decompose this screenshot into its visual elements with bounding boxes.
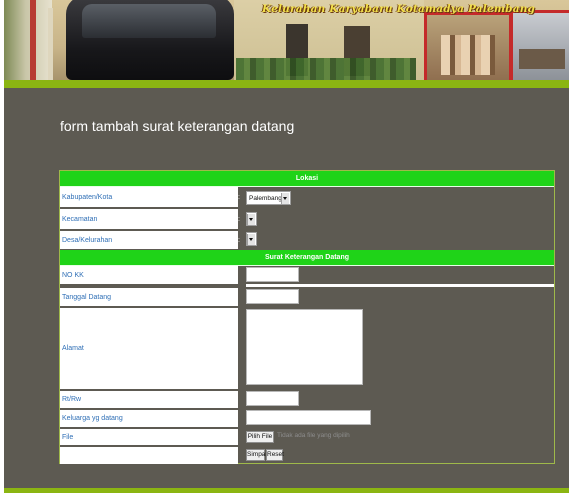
colon: : [238,237,240,244]
label-file: File [60,429,238,446]
save-button[interactable]: Simpan [246,449,269,461]
tanggal-datang-input[interactable] [246,289,299,304]
banner-photo-staff [424,12,512,80]
choose-file-button[interactable]: Pilih File [246,431,274,443]
label-keluarga: Keluarga yg datang [60,410,238,428]
banner-pillar [30,0,36,80]
label-kabupaten: Kabupaten/Kota [60,187,238,208]
header-banner: Kelurahan Karyabaru Kotamadya Palembang [4,0,569,80]
banner-photo-tree [4,0,52,80]
keluarga-input[interactable] [246,410,371,425]
kabupaten-select[interactable]: Palembang [246,191,291,205]
kecamatan-select[interactable] [246,212,257,226]
file-status-text: Tidak ada file yang dipilih [277,432,350,439]
chevron-down-icon [247,214,255,225]
colon: : [238,216,240,223]
banner-staff-group [441,35,495,75]
section-header-location: Lokasi [60,171,554,187]
colon: : [238,194,240,201]
banner-plants [236,58,416,80]
banner-car-window [82,4,216,38]
banner-pillar-2 [48,8,53,80]
footer-accent-bar [4,488,569,493]
row-divider [246,284,554,287]
label-kelurahan: Desa/Kelurahan [60,231,238,250]
site-title: Kelurahan Karyabaru Kotamadya Palembang [262,3,536,15]
kabupaten-select-value: Palembang [249,195,282,202]
reset-button[interactable]: Reset [266,449,284,461]
form-table: Lokasi Kabupaten/Kota : Palembang Kecama… [59,170,555,464]
form-title: form tambah surat keterangan datang [60,118,295,134]
kelurahan-select[interactable] [246,232,257,246]
header-accent-bar [4,80,569,88]
banner-desk [519,49,565,69]
label-empty [60,447,238,464]
section-header-letter: Surat Keterangan Datang [60,250,554,266]
label-no-kk: NO KK [60,266,238,285]
label-kecamatan: Kecamatan [60,209,238,230]
banner-photo-room [510,10,569,80]
label-tanggal-datang: Tanggal Datang [60,288,238,307]
chevron-down-icon [247,234,255,245]
label-alamat: Alamat [60,308,238,390]
no-kk-input[interactable] [246,267,299,282]
label-rt-rw: Rt/Rw [60,391,238,409]
rt-rw-input[interactable] [246,391,299,406]
chevron-down-icon [281,193,289,204]
page: Kelurahan Karyabaru Kotamadya Palembang … [4,0,569,493]
alamat-textarea[interactable] [246,309,363,385]
